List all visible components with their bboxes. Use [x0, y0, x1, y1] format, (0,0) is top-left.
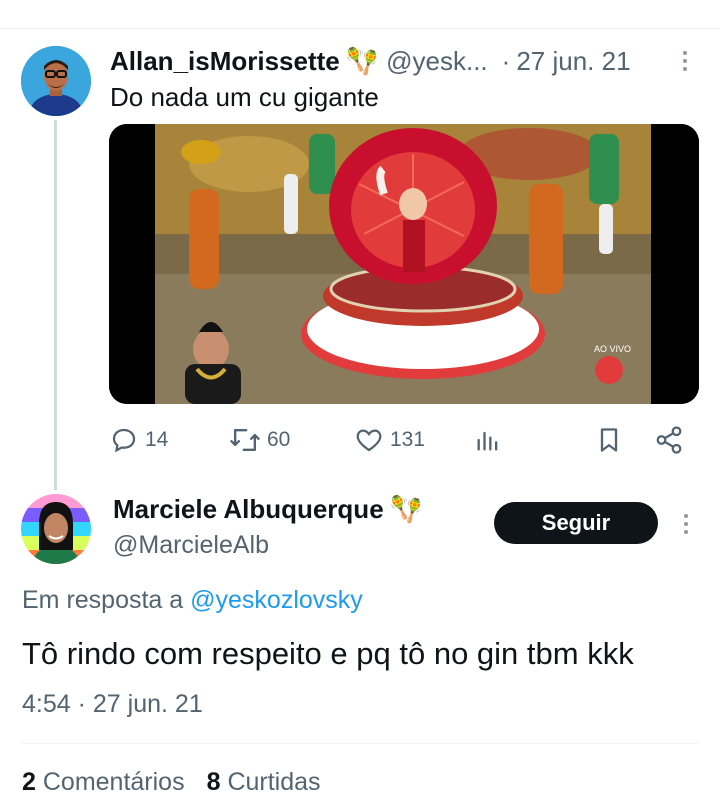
reply-author-name[interactable]: Marciele Albuquerque — [113, 494, 384, 525]
tweet-text: Do nada um cu gigante — [110, 82, 379, 112]
bookmark-icon — [600, 428, 618, 452]
more-vertical-icon[interactable] — [683, 514, 689, 534]
share-icon — [656, 426, 682, 454]
views-icon — [477, 431, 498, 451]
maracas-emoji: 🪇 — [389, 494, 423, 524]
tweet-header: Allan_isMorissette 🪇 @yesk... · 27 jun. … — [110, 44, 631, 78]
shares-stat[interactable]: 8 Curtidas — [207, 768, 321, 797]
thread-line — [54, 120, 57, 490]
tweet-date[interactable]: 27 jun. 21 — [516, 46, 630, 77]
live-overlay-label: AO VIVO — [594, 344, 631, 354]
reply-author-name-row: Marciele Albuquerque 🪇 — [113, 494, 430, 525]
reply-stats: 2 Comentários 8 Curtidas — [22, 768, 321, 797]
reply-text: Tô rindo com respeito e pq tô no gin tbm… — [22, 636, 634, 671]
separator-dot: · — [77, 690, 86, 718]
reply-to-prefix: Em resposta a — [22, 586, 184, 614]
retweet-icon — [230, 428, 260, 452]
retweet-count: 60 — [267, 428, 291, 451]
tweet-media-video[interactable]: AO VIVO — [109, 124, 699, 404]
comments-stat[interactable]: 2 Comentários — [22, 768, 185, 797]
views-button[interactable] — [474, 420, 502, 460]
reply-author-handle[interactable]: @MarcieleAlb — [113, 531, 269, 560]
reply-button[interactable]: 14 — [109, 420, 168, 460]
retweet-button[interactable]: 60 — [229, 420, 290, 460]
maracas-emoji: 🪇 — [345, 45, 379, 76]
follow-button[interactable]: Seguir — [494, 502, 658, 544]
author-name[interactable]: Allan_isMorissette — [110, 46, 340, 77]
shares-count: 8 — [206, 768, 221, 796]
comments-count: 2 — [22, 768, 36, 796]
like-icon — [356, 429, 382, 452]
reply-to-handle-link[interactable]: @yeskozlovsky — [190, 586, 363, 614]
share-button[interactable] — [654, 420, 684, 460]
stats-divider — [22, 743, 698, 744]
reply-author-avatar[interactable] — [21, 494, 91, 564]
top-divider — [0, 28, 720, 29]
separator-dot: · — [501, 45, 511, 76]
author-avatar[interactable] — [21, 46, 91, 116]
reply-time: 4:54 — [22, 690, 71, 718]
reply-timestamp[interactable]: 4:54 · 27 jun. 21 — [22, 690, 203, 719]
reply-icon — [112, 428, 136, 453]
author-handle[interactable]: @yesk... — [386, 46, 488, 77]
like-button[interactable]: 131 — [354, 420, 425, 460]
reply-count: 14 — [145, 428, 169, 451]
more-vertical-icon[interactable] — [682, 51, 688, 71]
like-count: 131 — [390, 428, 426, 451]
reply-date: 27 jun. 21 — [92, 690, 203, 718]
comments-label: Comentários — [42, 768, 185, 796]
reply-to-line: Em resposta a @yeskozlovsky — [22, 586, 363, 615]
tweet-actions: 14 60 131 — [109, 420, 699, 460]
shares-label: Curtidas — [227, 768, 321, 796]
bookmark-button[interactable] — [595, 420, 623, 460]
